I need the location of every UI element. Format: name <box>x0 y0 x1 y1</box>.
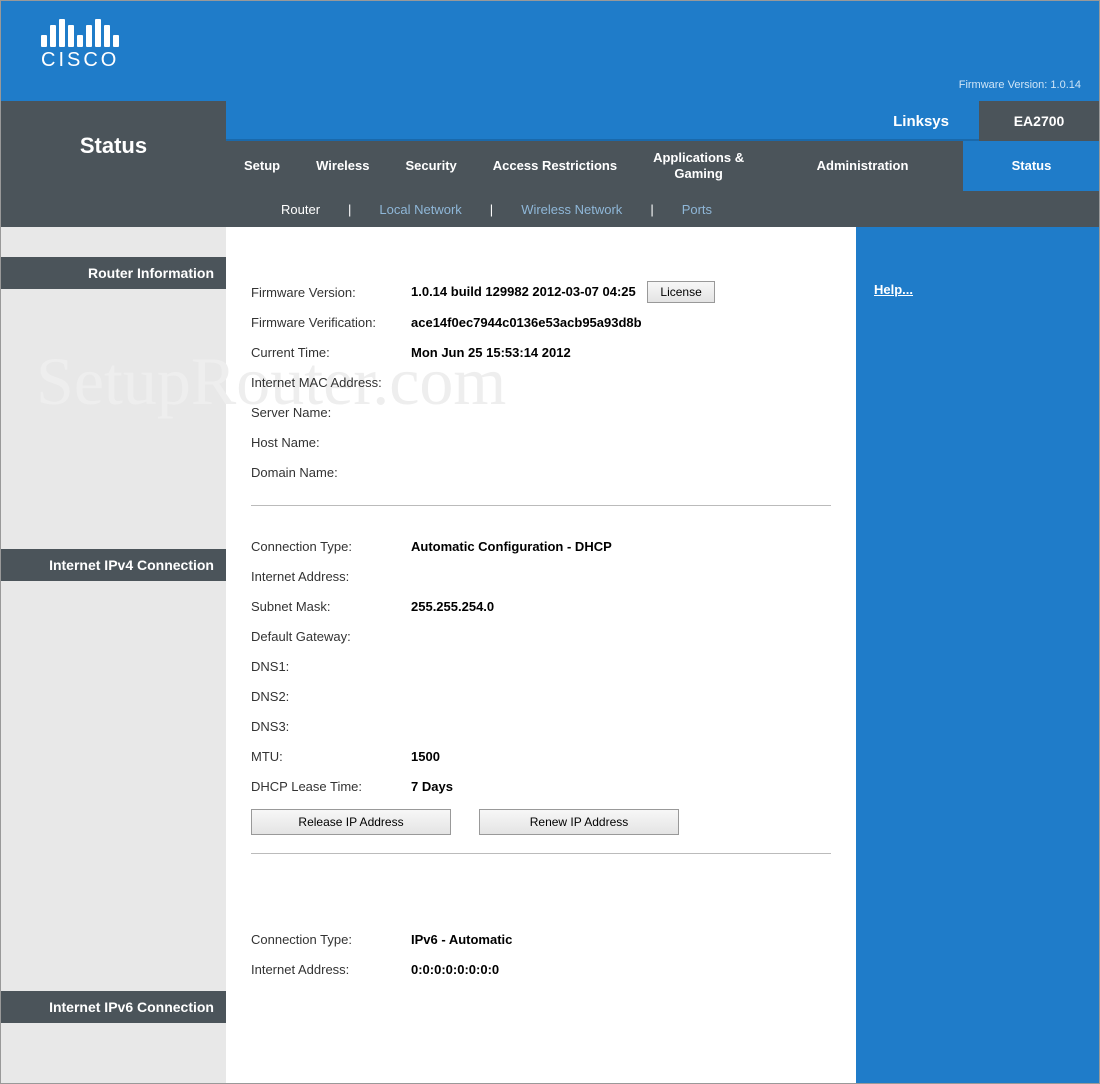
subtab-divider: | <box>482 202 501 217</box>
current-time-value: Mon Jun 25 15:53:14 2012 <box>411 345 831 360</box>
tab-administration[interactable]: Administration <box>762 141 963 191</box>
section-router-info: Firmware Version: 1.0.14 build 129982 20… <box>251 277 831 506</box>
cisco-logo: CISCO <box>41 11 119 72</box>
content: SetupRouter.com Firmware Version: 1.0.14… <box>226 227 856 1083</box>
ipv6-conn-type-label: Connection Type: <box>251 932 411 947</box>
firmware-version-value: 1.0.14 build 129982 2012-03-07 04:25 Lic… <box>411 281 831 303</box>
host-name-label: Host Name: <box>251 435 411 450</box>
header: CISCO Firmware Version: 1.0.14 <box>1 1 1099 101</box>
ipv4-subnet-label: Subnet Mask: <box>251 599 411 614</box>
ipv4-subnet-value: 255.255.254.0 <box>411 599 831 614</box>
section-header-ipv4: Internet IPv4 Connection <box>1 549 226 581</box>
brand-name: Linksys <box>893 113 949 130</box>
divider <box>251 853 831 854</box>
ipv4-dns1-label: DNS1: <box>251 659 411 674</box>
section-header-router-info: Router Information <box>1 257 226 289</box>
subtab-divider: | <box>340 202 359 217</box>
tab-setup[interactable]: Setup <box>226 141 298 191</box>
firmware-version-label: Firmware Version: <box>251 285 411 300</box>
ipv4-gateway-label: Default Gateway: <box>251 629 411 644</box>
tab-applications-gaming[interactable]: Applications & Gaming <box>635 141 762 191</box>
brand-text: CISCO <box>41 49 119 72</box>
ipv4-conn-type-value: Automatic Configuration - DHCP <box>411 539 831 554</box>
ipv6-address-label: Internet Address: <box>251 962 411 977</box>
help-column: Help... <box>856 227 1099 1083</box>
renew-ip-button[interactable]: Renew IP Address <box>479 809 679 835</box>
firmware-verification-label: Firmware Verification: <box>251 315 411 330</box>
tab-row: Setup Wireless Security Access Restricti… <box>226 141 1099 191</box>
tab-status[interactable]: Status <box>964 141 1099 191</box>
ipv4-mtu-value: 1500 <box>411 749 831 764</box>
model-row: Linksys EA2700 <box>226 101 1099 141</box>
divider <box>251 505 831 506</box>
ipv4-lease-label: DHCP Lease Time: <box>251 779 411 794</box>
firmware-version-label: Firmware Version: 1.0.14 <box>959 79 1081 91</box>
ipv4-address-label: Internet Address: <box>251 569 411 584</box>
sidebar: Router Information Internet IPv4 Connect… <box>1 227 226 1083</box>
server-name-label: Server Name: <box>251 405 411 420</box>
license-button[interactable]: License <box>647 281 714 303</box>
domain-name-label: Domain Name: <box>251 465 411 480</box>
ipv6-conn-type-value: IPv6 - Automatic <box>411 932 831 947</box>
tab-security[interactable]: Security <box>387 141 474 191</box>
subtab-local-network[interactable]: Local Network <box>359 202 481 217</box>
subtab-row: Router | Local Network | Wireless Networ… <box>1 191 1099 227</box>
release-ip-button[interactable]: Release IP Address <box>251 809 451 835</box>
ipv4-conn-type-label: Connection Type: <box>251 539 411 554</box>
ipv6-address-value: 0:0:0:0:0:0:0:0 <box>411 962 831 977</box>
subtab-router[interactable]: Router <box>261 202 340 217</box>
tab-wireless[interactable]: Wireless <box>298 141 387 191</box>
firmware-verification-value: ace14f0ec7944c0136e53acb95a93d8b <box>411 315 831 330</box>
subtab-divider: | <box>642 202 661 217</box>
section-ipv4: Connection Type: Automatic Configuration… <box>251 531 831 854</box>
ipv4-mtu-label: MTU: <box>251 749 411 764</box>
subtab-ports[interactable]: Ports <box>662 202 732 217</box>
section-header-ipv6: Internet IPv6 Connection <box>1 991 226 1023</box>
nav-row: Status Linksys EA2700 Setup Wireless Sec… <box>1 101 1099 191</box>
help-link[interactable]: Help... <box>874 282 913 297</box>
body: Router Information Internet IPv4 Connect… <box>1 227 1099 1083</box>
mac-address-label: Internet MAC Address: <box>251 375 411 390</box>
ipv4-lease-value: 7 Days <box>411 779 831 794</box>
subtab-wireless-network[interactable]: Wireless Network <box>501 202 642 217</box>
tab-access-restrictions[interactable]: Access Restrictions <box>475 141 635 191</box>
section-ipv6: Connection Type: IPv6 - Automatic Intern… <box>251 924 831 984</box>
model-name: EA2700 <box>979 101 1099 141</box>
cisco-bars-icon <box>41 11 119 47</box>
ipv4-dns2-label: DNS2: <box>251 689 411 704</box>
page-title: Status <box>80 133 147 159</box>
current-time-label: Current Time: <box>251 345 411 360</box>
ipv4-dns3-label: DNS3: <box>251 719 411 734</box>
